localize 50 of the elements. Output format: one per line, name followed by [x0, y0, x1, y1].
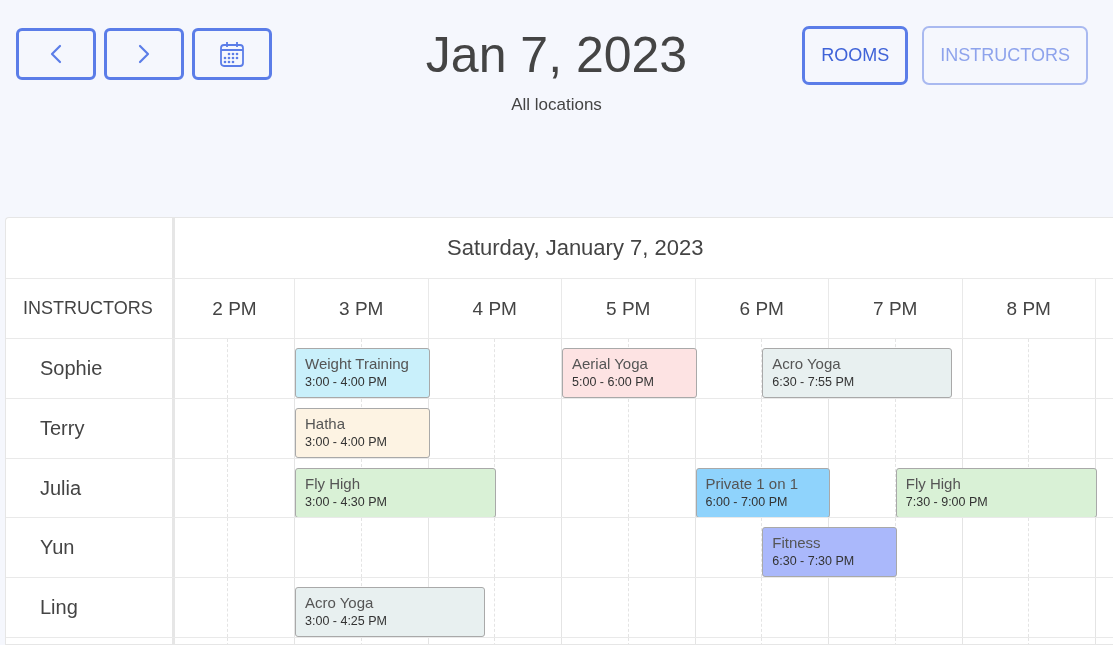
event-title: Fly High	[305, 475, 361, 492]
class-event[interactable]: Aerial Yoga 5:00 - 6:00 PM	[562, 348, 697, 398]
hour-label: 4 PM	[472, 297, 517, 320]
class-event[interactable]: Private 1 on 1 6:00 - 7:00 PM	[695, 468, 830, 517]
event-title: Fitness	[772, 534, 822, 551]
next-button[interactable]	[104, 28, 184, 80]
event-time: 3:00 - 4:00 PM	[305, 435, 388, 449]
chevron-right-icon	[138, 44, 150, 64]
class-event[interactable]: Fly High 3:00 - 4:30 PM	[295, 468, 497, 517]
event-title: Acro Yoga	[305, 594, 375, 611]
column-heading: INSTRUCTORS	[22, 298, 153, 319]
hour-label: 6 PM	[739, 297, 784, 320]
chevron-left-icon	[50, 44, 62, 64]
event-title: Private 1 on 1	[705, 475, 800, 492]
instructor-name: Yun	[39, 536, 75, 559]
event-title: Aerial Yoga	[572, 355, 649, 372]
event-title: Hatha	[305, 415, 347, 432]
class-event[interactable]: Hatha 3:00 - 4:00 PM	[295, 408, 430, 458]
class-event[interactable]: Acro Yoga 6:30 - 7:55 PM	[762, 348, 953, 398]
hour-label: 3 PM	[339, 297, 384, 320]
calendar-button[interactable]	[192, 28, 272, 80]
day-heading: Saturday, January 7, 2023	[447, 235, 704, 261]
instructor-name: Sophie	[39, 357, 103, 380]
hour-label: 5 PM	[606, 297, 651, 320]
event-time: 6:30 - 7:30 PM	[772, 554, 856, 568]
class-event[interactable]: Fitness 6:30 - 7:30 PM	[762, 527, 897, 577]
instructor-name: Julia	[39, 476, 82, 500]
location-label: All locations	[511, 95, 602, 115]
date-title: Jan 7, 2023	[425, 28, 688, 83]
calendar-icon	[219, 40, 245, 68]
event-time: 6:00 - 7:00 PM	[705, 495, 789, 509]
instructor-name: Terry	[39, 417, 85, 440]
event-time: 6:30 - 7:55 PM	[772, 375, 856, 389]
hour-label: 7 PM	[873, 297, 918, 320]
hour-label: 2 PM	[212, 297, 257, 320]
event-time: 3:00 - 4:25 PM	[305, 614, 388, 628]
event-time: 3:00 - 4:30 PM	[305, 495, 388, 509]
event-title: Fly High	[905, 475, 962, 492]
instructor-name: Ling	[39, 596, 78, 619]
event-time: 5:00 - 6:00 PM	[572, 375, 655, 389]
class-event[interactable]: Acro Yoga 3:00 - 4:25 PM	[295, 587, 486, 637]
previous-button[interactable]	[16, 28, 96, 80]
class-event[interactable]: Fly High 7:30 - 9:00 PM	[895, 468, 1097, 517]
class-event[interactable]: Weight Training 3:00 - 4:00 PM	[295, 348, 430, 398]
view-tab[interactable]: ROOMS	[802, 26, 909, 85]
hour-label: 8 PM	[1006, 297, 1051, 320]
event-title: Weight Training	[305, 355, 410, 372]
event-title: Acro Yoga	[772, 355, 842, 372]
event-time: 7:30 - 9:00 PM	[905, 495, 989, 509]
event-time: 3:00 - 4:00 PM	[305, 375, 388, 389]
